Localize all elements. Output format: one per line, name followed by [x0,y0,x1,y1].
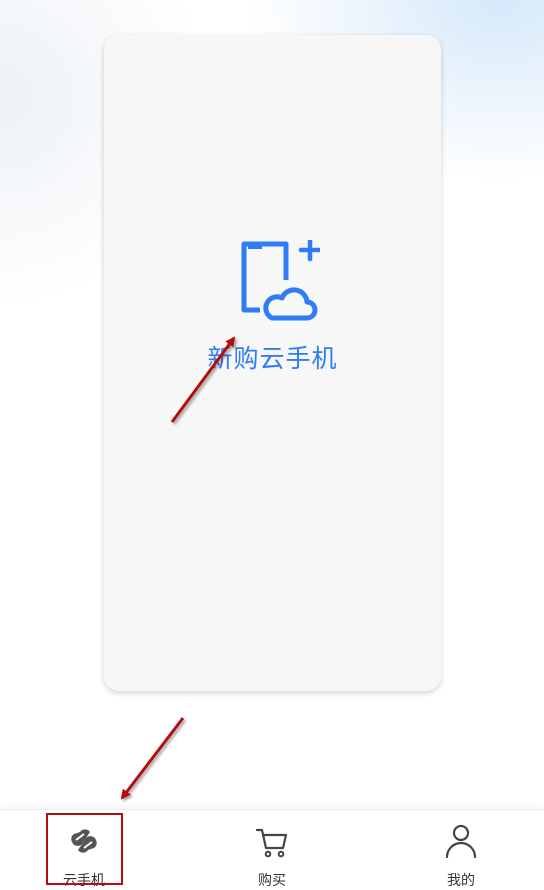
tab-buy[interactable]: 购买 [222,810,322,889]
tab-me-label: 我的 [447,873,475,889]
cloud-phone-plus-icon [241,240,320,321]
tab-buy-label: 购买 [258,873,286,889]
cloud-phone-card: 新购云手机 [104,35,441,691]
cloud-phone-icon [71,829,97,853]
tab-cloud-phone[interactable]: 云手机 [34,810,134,889]
tab-me[interactable]: 我的 [411,810,511,889]
person-icon [445,824,477,858]
new-phone-button[interactable]: 新购云手机 [104,235,441,385]
new-phone-label: 新购云手机 [207,344,338,373]
bottom-tab-bar: 云手机 购买 我的 [0,809,544,889]
cart-icon [256,828,288,858]
tab-cloud-phone-label: 云手机 [63,873,105,889]
